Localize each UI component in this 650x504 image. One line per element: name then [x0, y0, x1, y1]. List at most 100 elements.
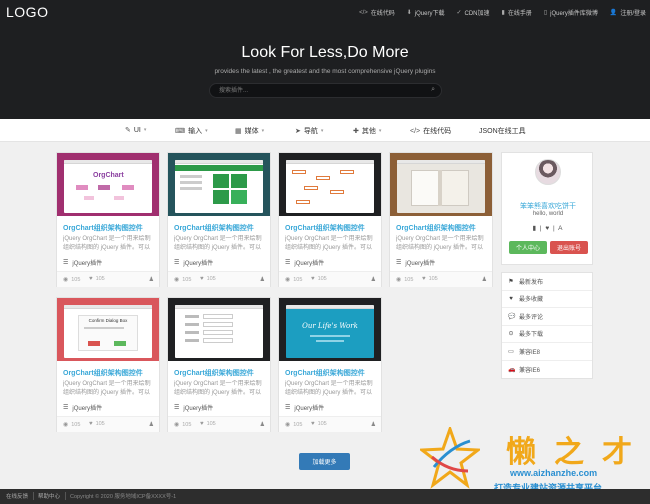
- plugin-card[interactable]: OrgChart组织架构图控件 jQuery OrgChart 是一个用来绘制组…: [278, 152, 382, 287]
- brush-icon: ✎: [125, 127, 131, 134]
- logout-button[interactable]: 退出账号: [550, 241, 588, 254]
- user-icon[interactable]: ♟: [260, 421, 265, 428]
- list-item-most-downloaded[interactable]: ⊙ 最多下载: [502, 326, 592, 343]
- profile-icons[interactable]: ▮ | ♥ | A: [502, 224, 594, 232]
- list-item-most-favorited[interactable]: ♥ 最多收藏: [502, 291, 592, 308]
- card-thumbnail[interactable]: Our Life's Work: [279, 298, 381, 361]
- list-item-ie6[interactable]: 🚗 兼容IE6: [502, 361, 592, 379]
- category-input[interactable]: ⌨ 输入 ▾: [175, 126, 208, 136]
- user-name[interactable]: 笨笨熊喜欢吃饼干: [502, 201, 594, 211]
- card-category[interactable]: ☰ jQuery插件: [396, 258, 435, 267]
- card-footer: ◉ 105 ♥ 105 ♟: [57, 416, 159, 432]
- card-likes[interactable]: ♥ 105: [200, 421, 216, 427]
- card-title[interactable]: OrgChart组织架构图控件: [396, 223, 476, 233]
- download-circle-icon: ⊙: [508, 331, 514, 338]
- user-icon[interactable]: ♟: [482, 276, 487, 283]
- card-footer: ◉ 105 ♥ 105 ♟: [168, 416, 270, 432]
- plugin-card[interactable]: OrgChart组织架构图控件 jQuery OrgChart 是一个用来绘制组…: [389, 152, 493, 287]
- top-nav-online-code[interactable]: </> 在线代码: [359, 8, 395, 18]
- user-center-button[interactable]: 个人中心: [509, 241, 547, 254]
- card-category[interactable]: ☰ jQuery插件: [285, 403, 324, 412]
- heart-icon: ♥: [422, 276, 426, 282]
- chevron-down-icon: ▾: [320, 128, 324, 134]
- plugin-card[interactable]: OrgChart组织架构图控件 jQuery OrgChart 是一个用来绘制组…: [167, 152, 271, 287]
- card-likes[interactable]: ♥ 105: [200, 276, 216, 282]
- plugin-card[interactable]: Confirm Dialog Box OrgChart组织架构图控件 jQuer…: [56, 297, 160, 432]
- top-nav-jquery-download[interactable]: ⬇ jQuery下载: [407, 8, 445, 17]
- user-icon[interactable]: ♟: [371, 421, 376, 428]
- top-nav-weibo[interactable]: ▯ jQuery插件库微博: [544, 8, 598, 17]
- card-category[interactable]: ☰ jQuery插件: [174, 258, 213, 267]
- card-category[interactable]: ☰ jQuery插件: [63, 403, 102, 412]
- chevron-down-icon: ▾: [261, 128, 265, 134]
- footer-link-help[interactable]: 帮助中心: [38, 492, 60, 500]
- card-title[interactable]: OrgChart组织架构图控件: [63, 368, 143, 378]
- send-icon: ➤: [295, 128, 301, 135]
- top-nav: </> 在线代码 ⬇ jQuery下载 ✓ CDN加速 ▮ 在线手册 ▯ jQuery插件…: [359, 8, 646, 18]
- card-title[interactable]: OrgChart组织架构图控件: [285, 368, 365, 378]
- card-category[interactable]: ☰ jQuery插件: [174, 403, 213, 412]
- list-item-latest[interactable]: ⚑ 最新发布: [502, 273, 592, 291]
- category-online-code[interactable]: </> 在线代码: [410, 126, 451, 136]
- user-icon[interactable]: ♟: [149, 421, 154, 428]
- eye-icon: ◉: [174, 277, 180, 283]
- user-bio: hello, world: [532, 211, 564, 217]
- watermark: 懒之才 www.aizhanzhe.com 打造专业建站资源共享平台: [410, 425, 650, 497]
- card-category[interactable]: ☰ jQuery插件: [63, 258, 102, 267]
- card-thumbnail[interactable]: [168, 298, 270, 361]
- search-box: ⌕: [209, 83, 442, 98]
- card-views: ◉ 105: [396, 276, 414, 284]
- footer-copyright: Copyright © 2020 服务地域ICP备XXXX号-1: [70, 494, 177, 500]
- user-icon[interactable]: ♟: [371, 276, 376, 283]
- card-title[interactable]: OrgChart组织架构图控件: [174, 223, 254, 233]
- plugin-card[interactable]: OrgChart OrgChart组织架构图控件 jQuery OrgChart…: [56, 152, 160, 287]
- card-likes[interactable]: ♥ 105: [89, 276, 105, 282]
- card-thumbnail[interactable]: [390, 153, 492, 216]
- card-thumbnail[interactable]: OrgChart: [57, 153, 159, 216]
- card-footer: ◉ 105 ♥ 105 ♟: [390, 271, 492, 287]
- plugin-card[interactable]: OrgChart组织架构图控件 jQuery OrgChart 是一个用来绘制组…: [167, 297, 271, 432]
- heart-icon: ♥: [200, 421, 204, 427]
- card-description: jQuery OrgChart 是一个用来绘制组织结构图的 jQuery 插件。…: [63, 381, 151, 396]
- footer-link-feedback[interactable]: 在线反馈: [6, 492, 28, 500]
- user-icon[interactable]: ♟: [149, 276, 154, 283]
- watermark-brand: 懒之才: [506, 435, 650, 470]
- footer-divider: [33, 492, 34, 500]
- load-more-button[interactable]: 加载更多: [299, 453, 350, 470]
- sort-filter-list: ⚑ 最新发布 ♥ 最多收藏 💬 最多评论 ⊙ 最多下载 ▭ 兼容IE8 🚗 兼容IE6: [501, 272, 593, 379]
- top-nav-cdn[interactable]: ✓ CDN加速: [456, 8, 489, 17]
- site-logo[interactable]: LOGO: [6, 4, 48, 20]
- plugin-card[interactable]: Our Life's Work OrgChart组织架构图控件 jQuery O…: [278, 297, 382, 432]
- card-title[interactable]: OrgChart组织架构图控件: [63, 223, 143, 233]
- mobile-icon: ▯: [543, 10, 548, 16]
- category-json-tool[interactable]: JSON在线工具: [479, 126, 526, 136]
- card-thumbnail[interactable]: Confirm Dialog Box: [57, 298, 159, 361]
- top-nav-login[interactable]: 👤 注册/登录: [610, 8, 646, 17]
- thumb-text: OrgChart: [93, 172, 124, 179]
- card-title[interactable]: OrgChart组织架构图控件: [285, 223, 365, 233]
- card-description: jQuery OrgChart 是一个用来绘制组织结构图的 jQuery 插件。…: [174, 236, 262, 251]
- category-media[interactable]: ▦ 媒体 ▾: [235, 126, 264, 136]
- card-likes[interactable]: ♥ 105: [89, 421, 105, 427]
- card-views: ◉ 105: [63, 276, 81, 284]
- card-likes[interactable]: ♥ 105: [311, 276, 327, 282]
- list-item-ie8[interactable]: ▭ 兼容IE8: [502, 343, 592, 361]
- card-views: ◉ 105: [285, 421, 303, 429]
- card-views: ◉ 105: [174, 421, 192, 429]
- category-nav[interactable]: ➤ 导航 ▾: [295, 126, 323, 136]
- top-nav-manual[interactable]: ▮ 在线手册: [502, 8, 532, 17]
- list-item-most-commented[interactable]: 💬 最多评论: [502, 308, 592, 326]
- list-icon: ☰: [174, 405, 180, 411]
- card-title[interactable]: OrgChart组织架构图控件: [174, 368, 254, 378]
- card-thumbnail[interactable]: [279, 153, 381, 216]
- search-icon[interactable]: ⌕: [431, 86, 435, 94]
- category-ui[interactable]: ✎ UI ▾: [125, 126, 146, 135]
- avatar[interactable]: [535, 159, 561, 185]
- search-input[interactable]: [219, 86, 419, 96]
- card-likes[interactable]: ♥ 105: [422, 276, 438, 282]
- card-likes[interactable]: ♥ 105: [311, 421, 327, 427]
- card-category[interactable]: ☰ jQuery插件: [285, 258, 324, 267]
- user-icon[interactable]: ♟: [260, 276, 265, 283]
- category-other[interactable]: ✚ 其他 ▾: [353, 126, 381, 136]
- card-thumbnail[interactable]: [168, 153, 270, 216]
